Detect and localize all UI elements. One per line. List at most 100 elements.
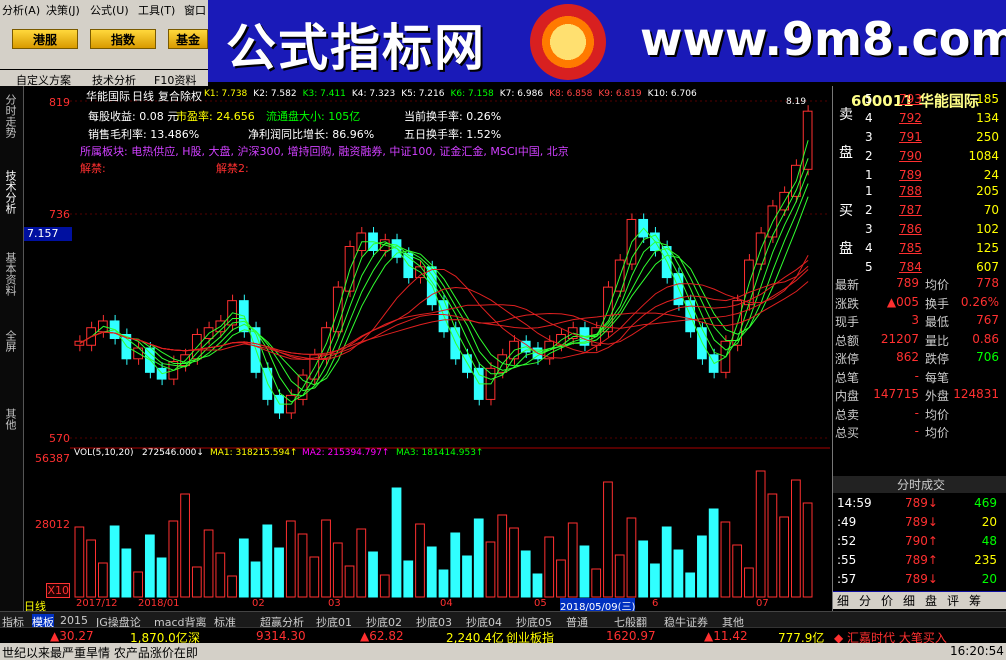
panel-tab[interactable]: 分 (859, 592, 871, 609)
stat-cell: 778 (976, 276, 999, 290)
vol-axis-unit: X10 (46, 583, 70, 598)
volume-bar (779, 516, 790, 598)
stat-cell: 均价 (925, 407, 950, 422)
hk-button[interactable]: 港服 (12, 29, 78, 49)
side-tab-tech[interactable]: 技术分析 (4, 170, 18, 214)
book-volume: 102 (976, 222, 999, 236)
trade-time: :57 (837, 572, 857, 586)
volume-bar (238, 538, 249, 598)
volume-bar (274, 547, 284, 598)
volume-bar (626, 517, 637, 598)
volume-bar (791, 479, 801, 598)
stat-cell: 706 (976, 350, 999, 364)
volume-bar (203, 529, 214, 598)
book-volume: 607 (976, 260, 999, 274)
trade-price: 789↓ (905, 515, 938, 529)
trade-row: :52 790↑ 48 (833, 534, 1006, 551)
stat-cell: 767 (976, 313, 999, 327)
volume-bar (191, 566, 202, 598)
stat-cell: 内盘 (835, 389, 860, 403)
trade-row: :55 789↑ 235 (833, 553, 1006, 570)
volume-bar (156, 557, 167, 598)
trade-row: :57 789↓ 20 (833, 572, 1006, 589)
trade-volume: 20 (981, 515, 997, 529)
k-value: K5: 7.216 (401, 89, 445, 99)
vol-ma3: MA3: 181414.953↑ (396, 448, 484, 458)
volume-bar (426, 546, 437, 598)
quote-panel: 600011 华能国际 5 793 185 4 792 134 3 791 250 2 790 108… (832, 86, 1006, 611)
k-value: K9: 6.819 (598, 89, 642, 99)
stat-cell: - (914, 405, 919, 420)
volume-bar (344, 565, 355, 598)
adj-label: 复合除权 (158, 90, 202, 103)
panel-tab[interactable]: 细 (903, 592, 915, 609)
book-level: 3 (865, 222, 873, 236)
side-tab-other[interactable]: 其他 (4, 408, 18, 430)
stat-row: 最新 789 均价 778 (833, 276, 1006, 293)
stat-cell: 789 (896, 276, 919, 290)
volume-bar (755, 470, 766, 598)
fund-button[interactable]: 基金 (168, 29, 208, 49)
menu-decision[interactable]: 决策(J) (46, 2, 80, 18)
stat-row: 现手 3 最低 767 (833, 313, 1006, 330)
index-button[interactable]: 指数 (90, 29, 156, 49)
sell-label-2: 盘 (839, 145, 853, 161)
volume-bar (121, 548, 132, 598)
stat-cell: - (914, 368, 919, 383)
menu-tools[interactable]: 工具(T) (138, 2, 175, 18)
float-size: 流通盘大小: 105亿 (266, 110, 361, 123)
book-row: 1 789 24 (833, 168, 1006, 185)
book-price: 786 (899, 222, 922, 236)
stat-row: 总笔 - 每笔 (833, 369, 1006, 386)
side-tab-fullscreen[interactable]: 全屏 (4, 330, 18, 352)
book-level: 5 (865, 260, 873, 274)
panel-tab[interactable]: 细 (837, 592, 849, 609)
volume-bar (168, 520, 179, 598)
volume-bar (368, 551, 378, 598)
book-level: 1 (865, 168, 873, 182)
book-price: 788 (899, 184, 922, 198)
trades-title: 分时成交 (897, 478, 946, 492)
volume-bar (567, 522, 578, 598)
date-1: 2017/12 (76, 598, 118, 609)
menu-formula[interactable]: 公式(U) (90, 2, 129, 18)
stat-cell: 总卖 (835, 407, 860, 422)
indicator-tab[interactable]: 2015 (60, 614, 88, 627)
stat-row: 涨停 862 跌停 706 (833, 350, 1006, 367)
price-axis-low: 570 (49, 432, 70, 445)
price-chart[interactable] (70, 86, 830, 611)
k-values-row: K1: 7.738 K2: 7.582 K3: 7.411 K4: 7.323 K5: … (204, 89, 703, 99)
panel-tab[interactable]: 筹 (969, 592, 981, 609)
period-label: 日线 (132, 90, 154, 103)
panel-tab[interactable]: 评 (947, 592, 959, 609)
side-tab-basic[interactable]: 基本资料 (4, 252, 18, 296)
sz-index: 9314.30 (256, 629, 306, 643)
subtab-bar: 自定义方案 技术分析 F10资料 (0, 70, 208, 88)
book-price: 789 (899, 168, 922, 182)
volume-bar (556, 559, 566, 598)
tab-custom[interactable]: 自定义方案 (16, 72, 71, 88)
volume-bar (74, 526, 85, 598)
k-value: K2: 7.582 (253, 89, 297, 99)
side-tabs: 分时走势 技术分析 基本资料 全屏 其他 (0, 86, 24, 611)
clock: 16:20:54 (950, 644, 1004, 658)
ticker-text[interactable]: 世纪以来最严重旱情 农产品涨价在即 (2, 644, 198, 660)
panel-tab[interactable]: 盘 (925, 592, 937, 609)
volume-bar (450, 532, 461, 598)
sectors: 所属板块: 电热供应, H股, 大盘, 沪深300, 增持回购, 融资融券, 中… (80, 145, 569, 158)
stat-cell: 换手 (925, 296, 950, 311)
vol-label: VOL(5,10,20) (74, 448, 134, 458)
side-tab-timeline[interactable]: 分时走势 (4, 94, 18, 138)
menu-window[interactable]: 窗口 (184, 2, 206, 18)
book-row: 3 786 102 (833, 222, 1006, 239)
menu-analysis[interactable]: 分析(A) (2, 2, 40, 18)
panel-tab[interactable]: 价 (881, 592, 893, 609)
cy-change: ▲11.42 (704, 629, 748, 643)
date-4: 03 (328, 598, 341, 609)
stat-cell: 0.26% (960, 294, 999, 309)
volume-bar (309, 556, 320, 598)
volume-bar (732, 544, 743, 598)
volume-bar (403, 560, 414, 598)
date-5: 04 (440, 598, 453, 609)
stat-cell: 3 (911, 313, 919, 327)
